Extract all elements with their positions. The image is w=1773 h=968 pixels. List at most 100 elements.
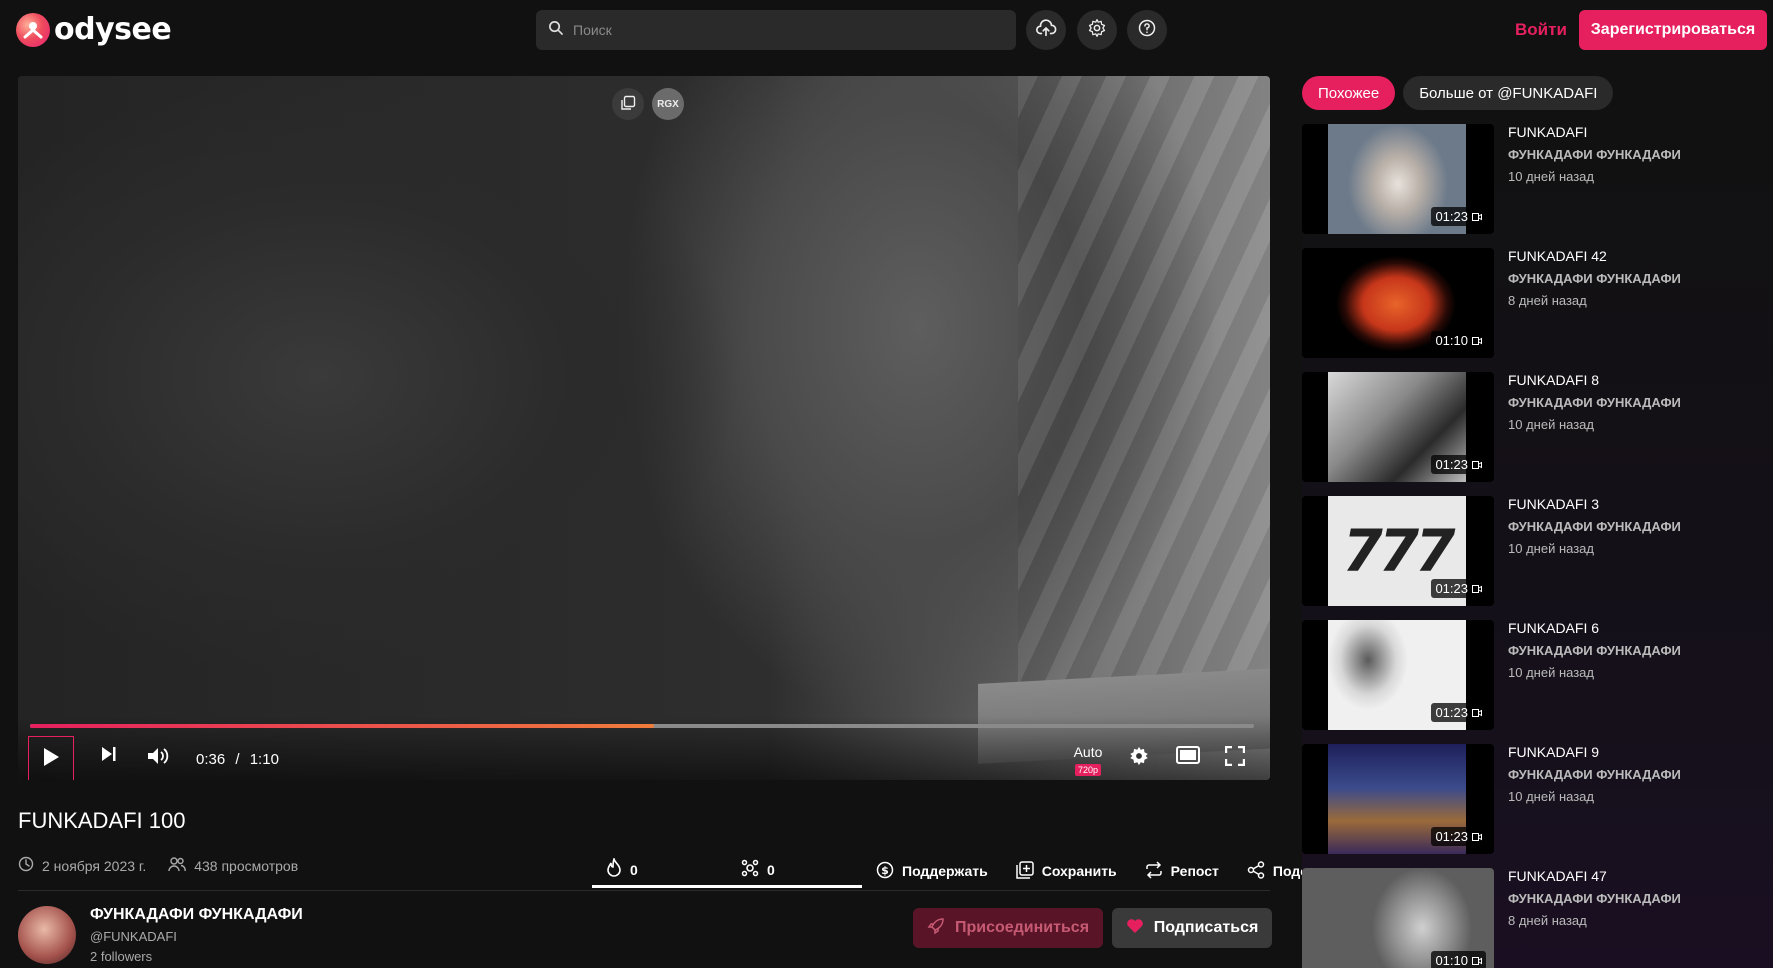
slime-count: 0 [767, 861, 775, 878]
video-meta: 2 ноября 2023 г. 438 просмотров [18, 856, 310, 875]
play-button[interactable] [28, 736, 74, 780]
related-video-title[interactable]: FUNKADAFI 6 [1508, 620, 1681, 636]
related-video-item[interactable]: 01:23 FUNKADAFI 8 ФУНКАДАФИ ФУНКАДАФИ 10… [1302, 372, 1773, 482]
time-separator: / [235, 751, 240, 768]
skip-next-icon [100, 746, 118, 767]
picture-in-picture-button[interactable] [612, 88, 644, 120]
tab-related[interactable]: Похожее [1302, 76, 1396, 110]
playlist-add-icon [1015, 860, 1034, 882]
theater-mode-icon [1176, 746, 1200, 769]
video-camera-icon [1472, 333, 1482, 348]
join-button[interactable]: Присоединиться [913, 908, 1103, 948]
related-video-item[interactable]: 01:23 FUNKADAFI 9 ФУНКАДАФИ ФУНКАДАФИ 10… [1302, 744, 1773, 854]
subscribe-button[interactable]: Подписаться [1112, 908, 1272, 948]
related-video-channel[interactable]: ФУНКАДАФИ ФУНКАДАФИ [1508, 519, 1681, 534]
search-icon [548, 20, 563, 40]
video-frame-shadow [1018, 76, 1270, 696]
search-input[interactable] [573, 22, 993, 38]
video-overlay-icons: RGX [612, 88, 684, 120]
related-video-channel[interactable]: ФУНКАДАФИ ФУНКАДАФИ [1508, 891, 1681, 906]
join-label: Присоединиться [954, 919, 1090, 936]
related-video-title[interactable]: FUNKADAFI 42 [1508, 248, 1681, 264]
play-icon [42, 747, 60, 772]
support-button[interactable]: $ Поддержать [862, 854, 1002, 888]
related-video-item[interactable]: 01:23 FUNKADAFI ФУНКАДАФИ ФУНКАДАФИ 10 д… [1302, 124, 1773, 234]
video-thumbnail[interactable]: 01:23 [1302, 620, 1494, 730]
video-thumbnail[interactable]: 01:10 [1302, 248, 1494, 358]
svg-text:$: $ [881, 864, 889, 877]
current-time: 0:36 [196, 751, 226, 768]
progress-bar[interactable] [30, 724, 1254, 728]
upload-button[interactable] [1026, 10, 1066, 50]
related-video-channel[interactable]: ФУНКАДАФИ ФУНКАДАФИ [1508, 643, 1681, 658]
next-button[interactable] [100, 746, 118, 767]
video-thumbnail[interactable]: 01:10 [1302, 868, 1494, 968]
tab-more-from-channel[interactable]: Больше от @FUNKADAFI [1403, 76, 1614, 110]
related-video-title[interactable]: FUNKADAFI 9 [1508, 744, 1681, 760]
upload-date: 2 ноября 2023 г. [18, 856, 146, 875]
related-video-title[interactable]: FUNKADAFI 3 [1508, 496, 1681, 512]
time-display: 0:36 / 1:10 [196, 751, 279, 768]
duration-text: 01:23 [1435, 209, 1468, 224]
top-bar: odysee Войти Зарегистрироваться [0, 0, 1773, 60]
repost-button[interactable]: Репост [1131, 854, 1233, 888]
related-video-channel[interactable]: ФУНКАДАФИ ФУНКАДАФИ [1508, 147, 1681, 162]
channel-info: ФУНКАДАФИ ФУНКАДАФИ @FUNKADAFI 2 followe… [18, 906, 303, 964]
related-video-title[interactable]: FUNKADAFI 8 [1508, 372, 1681, 388]
sidebar-tabs: Похожее Больше от @FUNKADAFI [1302, 76, 1614, 110]
video-player[interactable]: RGX 0:36 / 1:10 Auto 720p [18, 76, 1270, 780]
channel-followers: 2 followers [90, 949, 153, 964]
video-thumbnail[interactable]: 01:23 [1302, 744, 1494, 854]
related-video-item[interactable]: 01:10 FUNKADAFI 42 ФУНКАДАФИ ФУНКАДАФИ 8… [1302, 248, 1773, 358]
related-video-item[interactable]: 01:10 FUNKADAFI 47 ФУНКАДАФИ ФУНКАДАФИ 8… [1302, 868, 1773, 968]
help-icon [1137, 18, 1157, 43]
related-video-title[interactable]: FUNKADAFI [1508, 124, 1681, 140]
related-video-date: 8 дней назад [1508, 913, 1587, 928]
duration-badge: 01:23 [1431, 455, 1486, 474]
fullscreen-button[interactable] [1224, 745, 1246, 771]
channel-handle[interactable]: @FUNKADAFI [90, 929, 303, 944]
duration-text: 01:10 [1435, 333, 1468, 348]
related-video-channel[interactable]: ФУНКАДАФИ ФУНКАДАФИ [1508, 271, 1681, 286]
quality-selector[interactable]: Auto 720p [1070, 744, 1106, 776]
help-button[interactable] [1127, 10, 1167, 50]
share-icon [1247, 860, 1265, 882]
odysee-logo[interactable]: odysee [16, 12, 172, 47]
theater-mode-button[interactable] [1176, 746, 1200, 769]
rgx-badge[interactable]: RGX [652, 88, 684, 120]
related-video-date: 10 дней назад [1508, 789, 1594, 804]
volume-button[interactable] [146, 746, 170, 771]
video-camera-icon [1472, 209, 1482, 224]
related-video-channel[interactable]: ФУНКАДАФИ ФУНКАДАФИ [1508, 767, 1681, 782]
related-video-channel[interactable]: ФУНКАДАФИ ФУНКАДАФИ [1508, 395, 1681, 410]
view-count-text: 438 просмотров [194, 857, 299, 874]
channel-name[interactable]: ФУНКАДАФИ ФУНКАДАФИ [90, 906, 303, 924]
fire-icon [606, 856, 622, 881]
thumbnail-777-text: 777 [1342, 517, 1455, 585]
fire-button[interactable]: 0 [592, 854, 727, 888]
save-button[interactable]: Сохранить [1002, 854, 1131, 888]
channel-avatar[interactable] [18, 906, 76, 964]
duration-text: 01:23 [1435, 457, 1468, 472]
section-divider [18, 890, 1270, 891]
save-label: Сохранить [1041, 863, 1117, 879]
related-video-title[interactable]: FUNKADAFI 47 [1508, 868, 1681, 884]
related-video-item[interactable]: 01:23 FUNKADAFI 6 ФУНКАДАФИ ФУНКАДАФИ 10… [1302, 620, 1773, 730]
total-duration: 1:10 [249, 751, 279, 768]
progress-fill [30, 724, 655, 728]
dollar-icon: $ [876, 861, 894, 882]
related-video-date: 10 дней назад [1508, 417, 1594, 432]
slime-button[interactable]: 0 [727, 854, 862, 888]
signup-button[interactable]: Зарегистрироваться [1579, 10, 1767, 50]
related-video-item[interactable]: 777 01:23 FUNKADAFI 3 ФУНКАДАФИ ФУНКАДАФ… [1302, 496, 1773, 606]
rocket-icon [927, 917, 945, 940]
settings-button[interactable] [1077, 10, 1117, 50]
video-thumbnail[interactable]: 01:23 [1302, 124, 1494, 234]
duration-badge: 01:23 [1431, 827, 1486, 846]
video-thumbnail[interactable]: 01:23 [1302, 372, 1494, 482]
logo-text: odysee [54, 12, 172, 47]
login-link[interactable]: Войти [1515, 20, 1567, 40]
search-bar[interactable] [536, 10, 1016, 50]
player-settings-button[interactable] [1129, 746, 1149, 771]
video-thumbnail[interactable]: 777 01:23 [1302, 496, 1494, 606]
